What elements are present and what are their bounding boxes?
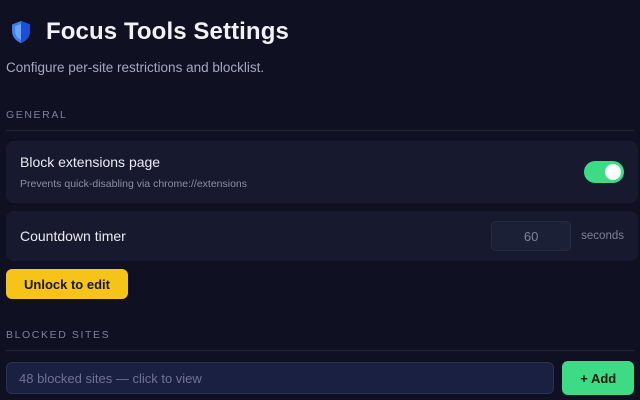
add-site-button[interactable]: + Add <box>562 361 634 395</box>
countdown-timer-card: Countdown timer seconds <box>6 211 638 261</box>
blocked-sites-summary-field[interactable]: 48 blocked sites — click to view <box>6 362 555 394</box>
page-header: Focus Tools Settings <box>6 16 634 48</box>
divider <box>6 130 634 131</box>
block-extensions-card: Block extensions page Prevents quick-dis… <box>6 141 638 203</box>
section-label-blocked-sites: BLOCKED SITES <box>6 329 111 341</box>
block-extensions-description: Prevents quick-disabling via chrome://ex… <box>20 178 248 190</box>
page-title: Focus Tools Settings <box>46 18 289 45</box>
block-extensions-title: Block extensions page <box>20 154 161 170</box>
blocked-sites-row: 48 blocked sites — click to view + Add <box>6 361 634 395</box>
shield-icon <box>10 20 32 44</box>
unlock-to-edit-button[interactable]: Unlock to edit <box>6 269 128 299</box>
toggle-knob <box>605 164 621 180</box>
divider <box>6 350 634 351</box>
countdown-timer-input[interactable] <box>491 221 572 251</box>
section-label-general: GENERAL <box>6 109 68 121</box>
settings-page: Focus Tools Settings Configure per-site … <box>0 16 640 400</box>
block-extensions-toggle[interactable] <box>584 161 624 183</box>
countdown-timer-title: Countdown timer <box>20 228 126 244</box>
block-extensions-text: Block extensions page Prevents quick-dis… <box>20 154 247 190</box>
countdown-timer-controls: seconds <box>491 221 624 251</box>
countdown-timer-unit: seconds <box>581 230 624 242</box>
page-subtitle: Configure per-site restrictions and bloc… <box>6 60 265 75</box>
